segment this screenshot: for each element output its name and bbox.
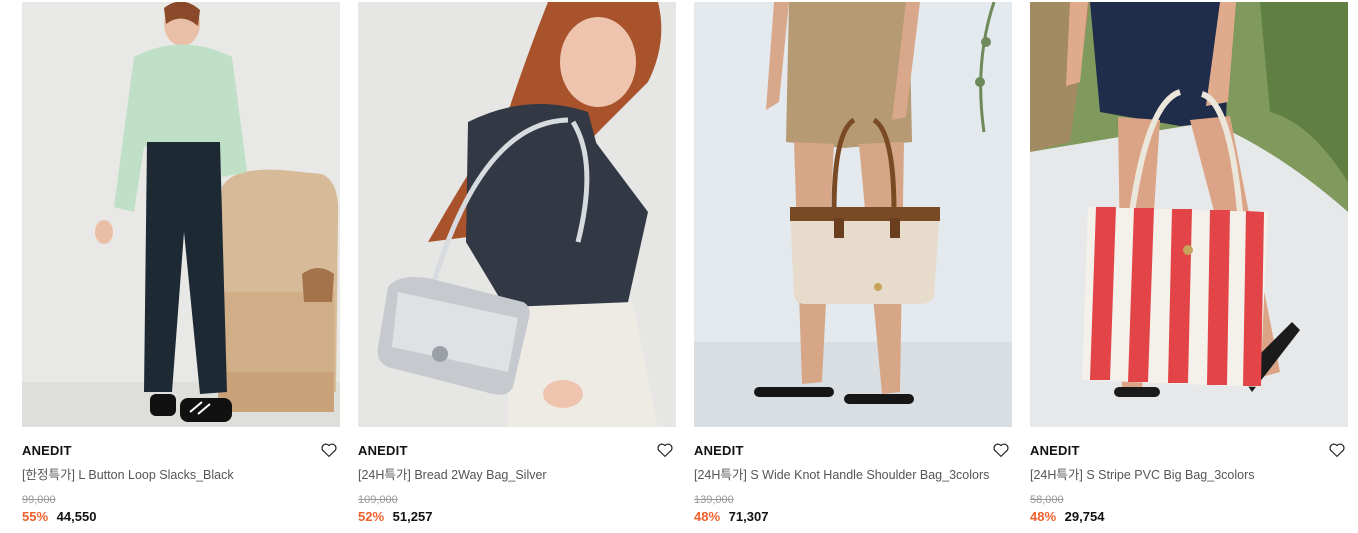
brand-name[interactable]: ANEDIT [358, 443, 408, 458]
product-image[interactable] [358, 2, 676, 427]
original-price: 139,000 [694, 494, 734, 506]
heart-outline-icon[interactable] [656, 441, 674, 459]
brand-name[interactable]: ANEDIT [694, 443, 744, 458]
brand-row: ANEDIT [22, 441, 340, 461]
discount-rate: 55% [22, 509, 49, 524]
product-card[interactable]: ANEDIT [한정특가] L Button Loop Slacks_Black… [22, 2, 340, 524]
product-name[interactable]: [24H특가] S Stripe PVC Big Bag_3colors [1030, 464, 1348, 483]
discount-rate: 52% [358, 509, 385, 524]
brand-name[interactable]: ANEDIT [22, 443, 72, 458]
product-image[interactable] [694, 2, 1012, 427]
discount-rate: 48% [694, 509, 721, 524]
product-name[interactable]: [24H특가] S Wide Knot Handle Shoulder Bag_… [694, 464, 1012, 483]
price-row: 55% 44,550 [22, 509, 340, 524]
brand-row: ANEDIT [1030, 441, 1348, 461]
brand-row: ANEDIT [358, 441, 676, 461]
product-name[interactable]: [한정특가] L Button Loop Slacks_Black [22, 464, 340, 483]
product-image[interactable] [1030, 2, 1348, 427]
price-row: 48% 29,754 [1030, 509, 1348, 524]
sale-price: 51,257 [392, 509, 433, 524]
product-card[interactable]: ANEDIT [24H특가] Bread 2Way Bag_Silver 109… [358, 2, 676, 524]
brand-name[interactable]: ANEDIT [1030, 443, 1080, 458]
heart-outline-icon[interactable] [1328, 441, 1346, 459]
product-card[interactable]: ANEDIT [24H특가] S Wide Knot Handle Should… [694, 2, 1012, 524]
original-price: 58,000 [1030, 494, 1064, 506]
sale-price: 29,754 [1064, 509, 1105, 524]
heart-outline-icon[interactable] [320, 441, 338, 459]
original-price: 109,000 [358, 494, 398, 506]
brand-row: ANEDIT [694, 441, 1012, 461]
product-card[interactable]: ANEDIT [24H특가] S Stripe PVC Big Bag_3col… [1030, 2, 1348, 524]
discount-rate: 48% [1030, 509, 1057, 524]
product-grid: ANEDIT [한정특가] L Button Loop Slacks_Black… [0, 0, 1358, 533]
price-row: 48% 71,307 [694, 509, 1012, 524]
sale-price: 44,550 [56, 509, 97, 524]
product-image[interactable] [22, 2, 340, 427]
heart-outline-icon[interactable] [992, 441, 1010, 459]
original-price: 99,000 [22, 494, 56, 506]
price-row: 52% 51,257 [358, 509, 676, 524]
sale-price: 71,307 [728, 509, 769, 524]
product-name[interactable]: [24H특가] Bread 2Way Bag_Silver [358, 464, 676, 483]
